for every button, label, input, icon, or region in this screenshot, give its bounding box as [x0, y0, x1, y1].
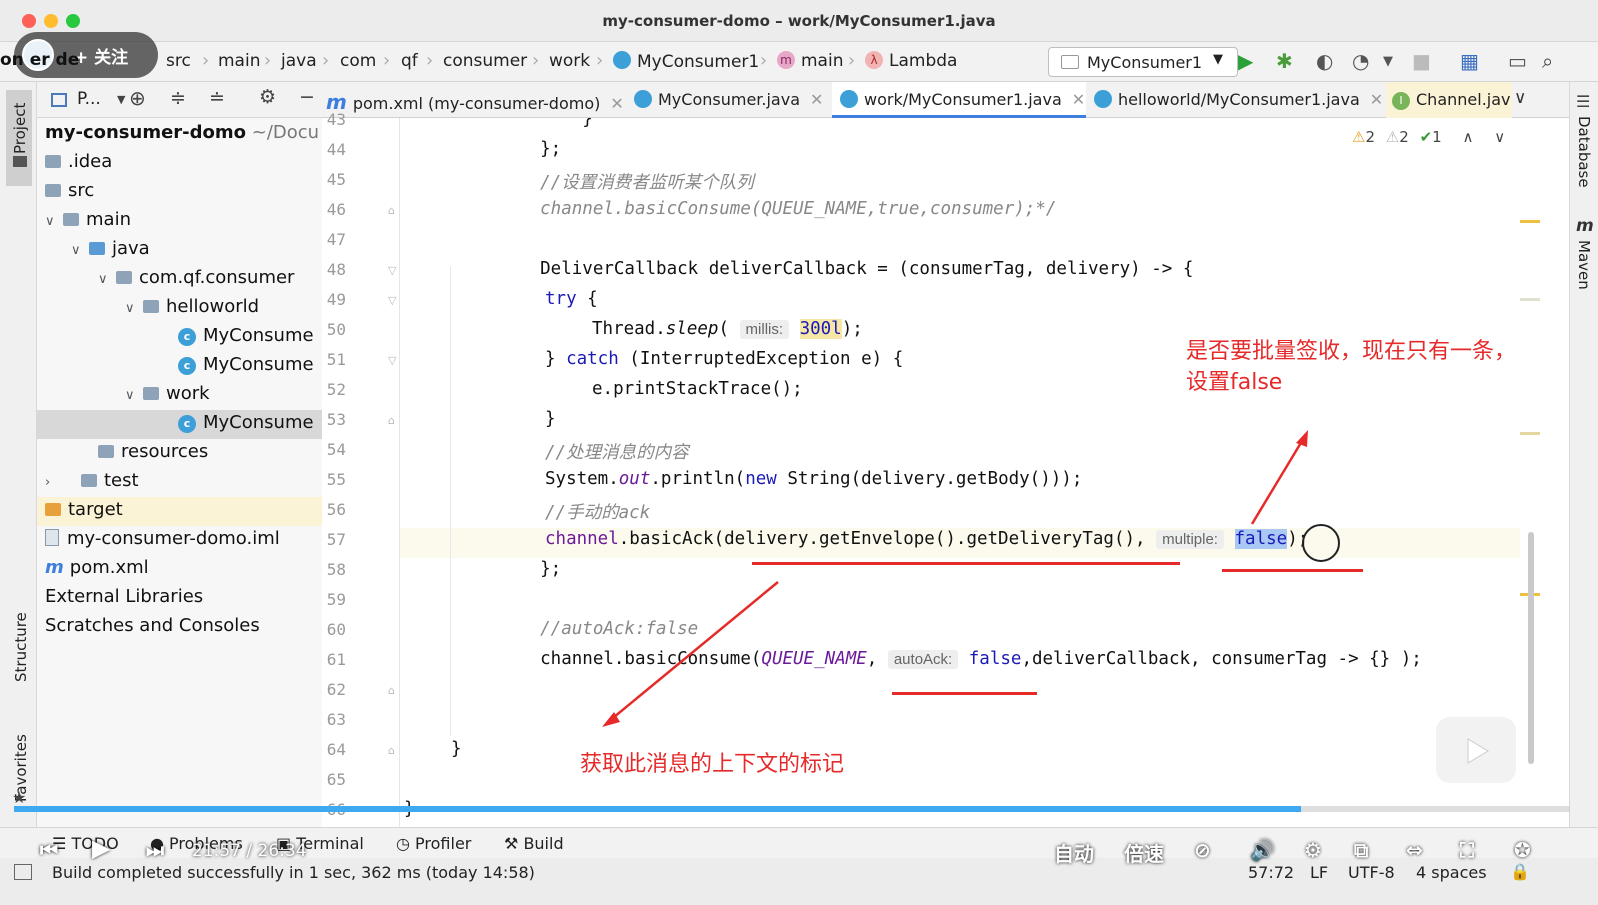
speed-button[interactable]: 倍速: [1124, 838, 1164, 867]
widescreen-icon[interactable]: ⇔: [1406, 838, 1423, 862]
previous-icon[interactable]: ⏮: [40, 838, 58, 862]
file-encoding[interactable]: UTF-8: [1348, 863, 1395, 882]
danmaku-icon[interactable]: ✪: [1514, 838, 1531, 862]
cursor-circle: [1302, 524, 1340, 562]
indent-setting[interactable]: 4 spaces: [1416, 863, 1487, 882]
video-progress-fill: [14, 806, 1301, 812]
profiler-tool[interactable]: ◷ Profiler: [396, 834, 471, 853]
video-time: 21:57 / 26:34: [192, 841, 307, 861]
line-separator[interactable]: LF: [1310, 863, 1328, 882]
caret-position[interactable]: 57:72: [1248, 863, 1294, 882]
fullscreen-icon[interactable]: ⛶: [1460, 838, 1474, 862]
play-icon[interactable]: ▶: [92, 834, 110, 862]
video-play-overlay-button[interactable]: [1436, 717, 1516, 783]
annotation-arrows: [602, 430, 1308, 727]
build-tool[interactable]: ⚒ Build: [504, 834, 564, 853]
panel-toggle-icon[interactable]: [14, 864, 32, 880]
lock-icon[interactable]: 🔒: [1510, 862, 1530, 881]
settings-gear-icon[interactable]: ⚙: [1304, 838, 1322, 862]
subtitle-icon[interactable]: ⊘: [1194, 838, 1211, 862]
status-bar: Build completed successfully in 1 sec, 3…: [0, 858, 1598, 905]
next-icon[interactable]: ⏭: [146, 838, 164, 862]
video-progress-bar[interactable]: [14, 806, 1570, 812]
volume-icon[interactable]: 🔊: [1250, 838, 1275, 862]
ide-window: my-consumer-domo – work/MyConsumer1.java…: [0, 0, 1598, 905]
status-message: Build completed successfully in 1 sec, 3…: [52, 863, 535, 882]
auto-quality-button[interactable]: 自动: [1054, 838, 1094, 867]
picture-in-picture-icon[interactable]: ⧉: [1354, 838, 1368, 862]
